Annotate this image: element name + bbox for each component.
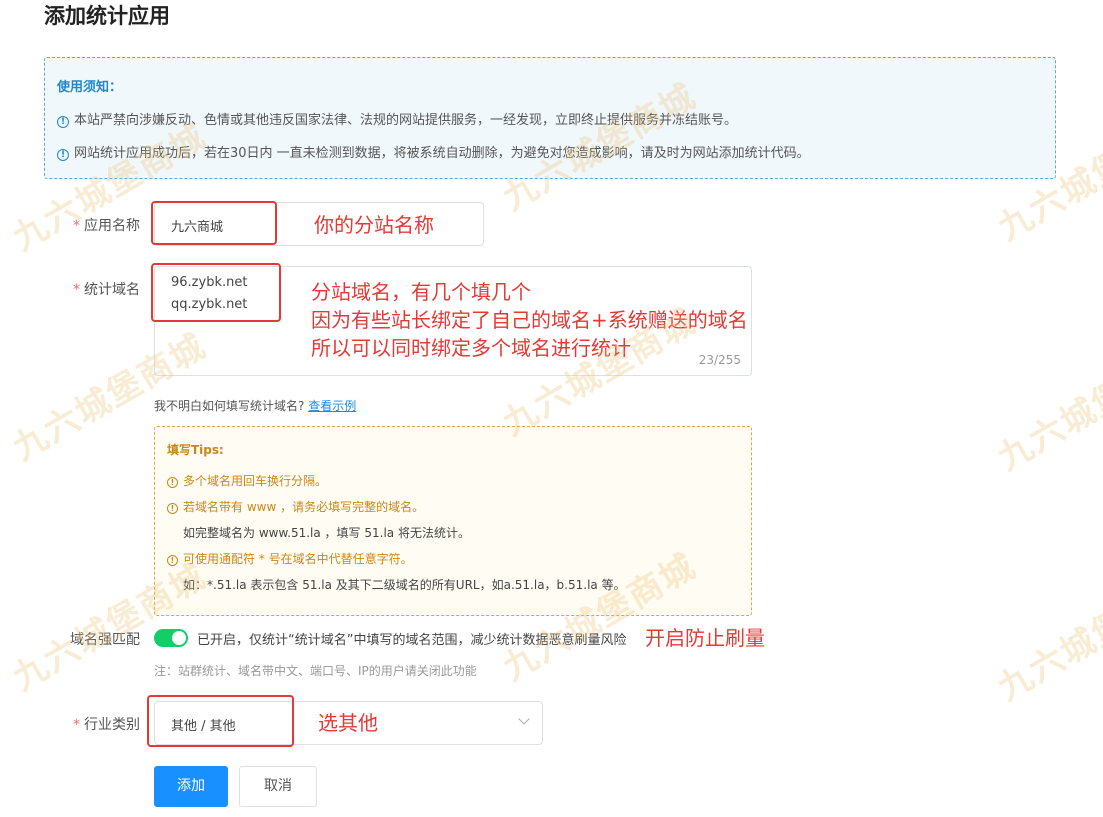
annotation-domains-3: 所以可以同时绑定多个域名进行统计 — [311, 336, 631, 360]
strict-match-note: 注：站群统计、域名带中文、端口号、IP的用户请关闭此功能 — [154, 664, 477, 678]
info-icon: ! — [167, 555, 178, 566]
annotation-industry: 选其他 — [318, 711, 378, 735]
notice-line: ! 网站统计应用成功后，若在30日内 一直未检测到数据，将被系统自动删除，为避免对… — [57, 142, 1043, 161]
strict-match-text: 已开启，仅统计“统计域名”中填写的域名范围，减少统计数据恶意刷量风险 — [197, 633, 627, 648]
annotation-domains-2: 因为有些站长绑定了自己的域名+系统赠送的域名 — [311, 308, 748, 332]
annotation-box — [151, 263, 281, 322]
tips-line: ! 多个域名用回车换行分隔。 — [167, 468, 739, 494]
info-icon: ! — [167, 503, 178, 514]
add-button[interactable]: 添加 — [154, 766, 228, 807]
notice-line: ! 本站严禁向涉嫌反动、色情或其他违反国家法律、法规的网站提供服务，一经发现，立即… — [57, 109, 1043, 128]
char-counter: 23/255 — [698, 353, 741, 367]
strict-match-switch[interactable] — [154, 629, 188, 647]
notice-title: 使用须知： — [57, 80, 123, 95]
info-icon: ! — [167, 477, 178, 488]
app-name-label: * 应用名称 — [73, 218, 140, 234]
chevron-down-icon — [518, 713, 530, 725]
tips-line: 如完整域名为 www.51.la ，填写 51.la 将无法统计。 — [183, 526, 470, 540]
tips-box: 填写Tips: ! 多个域名用回车换行分隔。 ! 若域名带有 www ，请务必填写完… — [154, 426, 752, 616]
industry-label: * 行业类别 — [73, 717, 140, 733]
tips-title: 填写Tips: — [167, 443, 224, 457]
usage-notice: 使用须知： ! 本站严禁向涉嫌反动、色情或其他违反国家法律、法规的网站提供服务，一… — [44, 57, 1056, 179]
annotation-strict-match: 开启防止刷量 — [645, 626, 765, 650]
tips-line: ! 若域名带有 www ，请务必填写完整的域名。 — [167, 494, 739, 520]
watermark: 九六城堡商城 — [991, 336, 1103, 479]
domains-label: * 统计域名 — [73, 282, 140, 298]
info-icon: ! — [57, 116, 69, 128]
page-title: 添加统计应用 — [44, 4, 170, 28]
annotation-domains-1: 分站域名，有几个填几个 — [311, 280, 531, 304]
view-example-link[interactable]: 查看示例 — [308, 399, 356, 413]
info-icon: ! — [57, 149, 69, 161]
cancel-button[interactable]: 取消 — [239, 766, 317, 807]
tips-line: ! 可使用通配符 * 号在域名中代替任意字符。 — [167, 546, 739, 572]
switch-knob — [172, 631, 186, 645]
annotation-app-name: 你的分站名称 — [314, 213, 434, 237]
tips-line: 如：*.51.la 表示包含 51.la 及其下二级域名的所有URL，如a.51… — [183, 578, 626, 592]
annotation-box — [147, 695, 294, 747]
watermark: 九六城堡商城 — [991, 566, 1103, 709]
domains-help: 我不明白如何填写统计域名? 查看示例 — [154, 399, 357, 413]
strict-match-label: 域名强匹配 — [70, 632, 140, 648]
annotation-box — [151, 201, 277, 245]
